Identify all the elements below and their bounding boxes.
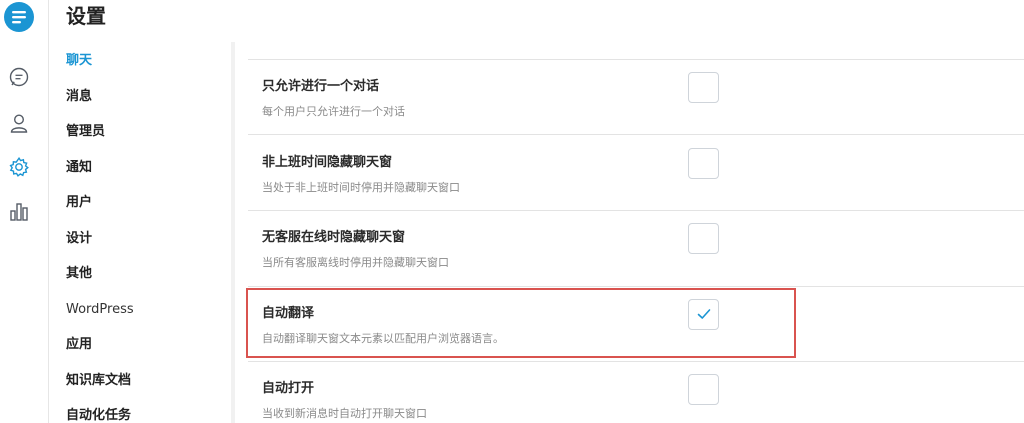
setting-row-single-conversation: 只允许进行一个对话 每个用户只允许进行一个对话 xyxy=(248,59,1024,135)
nav-item-admin[interactable]: 管理员 xyxy=(66,122,226,158)
app-root: 设置 聊天 消息 管理员 通知 用户 设计 其他 WordPress 应用 知识… xyxy=(0,0,1024,423)
nav-item-other[interactable]: 其他 xyxy=(66,264,226,300)
setting-row-hide-offhours: 非上班时间隐藏聊天窗 当处于非上班时间时停用并隐藏聊天窗口 xyxy=(248,136,1024,211)
nav-item-design[interactable]: 设计 xyxy=(66,229,226,265)
setting-description: 当所有客服离线时停用并隐藏聊天窗口 xyxy=(262,256,449,269)
gear-icon[interactable] xyxy=(6,154,32,180)
settings-nav: 聊天 消息 管理员 通知 用户 设计 其他 WordPress 应用 知识库文档… xyxy=(66,51,226,423)
nav-item-users[interactable]: 用户 xyxy=(66,193,226,229)
nav-item-apps[interactable]: 应用 xyxy=(66,335,226,371)
setting-row-hide-no-agent: 无客服在线时隐藏聊天窗 当所有客服离线时停用并隐藏聊天窗口 xyxy=(248,211,1024,287)
nav-item-notifications[interactable]: 通知 xyxy=(66,158,226,194)
setting-description: 当收到新消息时自动打开聊天窗口 xyxy=(262,407,427,420)
nav-item-automation[interactable]: 自动化任务 xyxy=(66,406,226,423)
page-title: 设置 xyxy=(66,4,106,28)
setting-title: 自动翻译 xyxy=(262,305,315,321)
auto-translate-checkbox[interactable] xyxy=(688,298,719,330)
setting-title: 非上班时间隐藏聊天窗 xyxy=(262,154,393,170)
setting-description: 每个用户只允许进行一个对话 xyxy=(262,105,405,118)
auto-open-checkbox[interactable] xyxy=(688,374,719,405)
conversations-icon[interactable] xyxy=(6,64,32,90)
single-conversation-checkbox[interactable] xyxy=(688,72,719,103)
setting-description: 自动翻译聊天窗文本元素以匹配用户浏览器语言。 xyxy=(262,331,504,345)
setting-row-auto-open: 自动打开 当收到新消息时自动打开聊天窗口 xyxy=(248,362,1024,423)
setting-title: 无客服在线时隐藏聊天窗 xyxy=(262,230,406,245)
bar-chart-icon[interactable] xyxy=(6,198,32,224)
panel-divider xyxy=(231,42,235,423)
nav-item-knowledge-base[interactable]: 知识库文档 xyxy=(66,371,226,407)
nav-item-messages[interactable]: 消息 xyxy=(66,87,226,123)
hide-offhours-checkbox[interactable] xyxy=(688,147,719,179)
user-icon[interactable] xyxy=(6,110,32,136)
setting-title: 自动打开 xyxy=(262,381,315,396)
setting-title: 只允许进行一个对话 xyxy=(262,79,380,94)
checkmark-icon xyxy=(697,309,710,319)
left-rail xyxy=(0,0,49,423)
settings-list: 只允许进行一个对话 每个用户只允许进行一个对话 非上班时间隐藏聊天窗 当处于非上… xyxy=(248,59,1024,423)
setting-description: 当处于非上班时间时停用并隐藏聊天窗口 xyxy=(262,180,460,194)
nav-item-wordpress[interactable]: WordPress xyxy=(66,300,226,336)
chat-bubble-logo-icon[interactable] xyxy=(2,1,36,35)
hide-no-agent-checkbox[interactable] xyxy=(688,223,719,254)
nav-item-chat[interactable]: 聊天 xyxy=(66,51,226,87)
setting-row-auto-translate: 自动翻译 自动翻译聊天窗文本元素以匹配用户浏览器语言。 xyxy=(248,287,1024,362)
